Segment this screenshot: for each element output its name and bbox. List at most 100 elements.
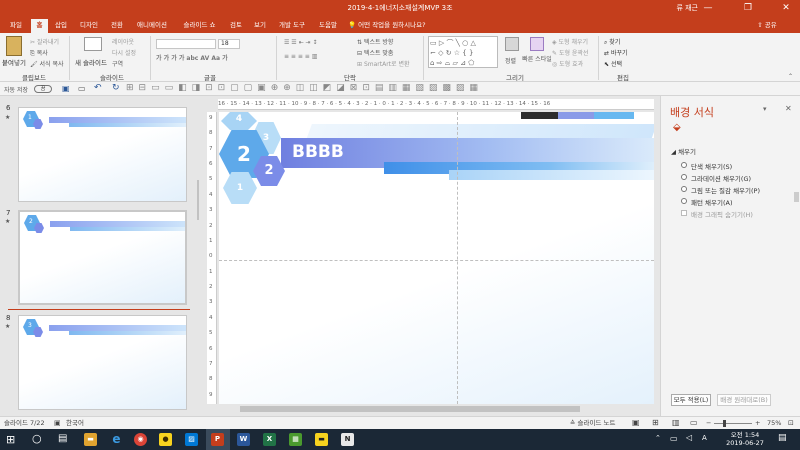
edge-browser-icon[interactable]: e (110, 433, 123, 446)
task-view-icon[interactable]: ▤ (58, 433, 67, 444)
solid-fill-option[interactable]: 단색 채우기(S) (681, 161, 732, 171)
hex-top[interactable]: 4 (221, 112, 257, 130)
tab-design[interactable]: 디자인 (76, 19, 102, 33)
spell-check-icon[interactable]: ▣ (54, 417, 61, 429)
start-presentation-icon[interactable]: ▭ (78, 84, 86, 93)
clock[interactable]: 오전 1:54 2019-06-27 (722, 431, 768, 447)
pattern-fill-option[interactable]: 패턴 채우기(A) (681, 197, 733, 207)
shape-effects-button[interactable]: ◎ 도형 효과 (552, 59, 583, 68)
slide-thumbnail-6[interactable]: 1 AAAA (18, 107, 187, 202)
tab-insert[interactable]: 삽입 (51, 19, 71, 33)
word-icon[interactable]: W (237, 433, 250, 446)
fill-section-header[interactable]: ◢ 채우기 (671, 146, 696, 156)
font-format-buttons[interactable]: 가 가 가 가 abc AV Aa 가 (156, 53, 228, 62)
paste-button[interactable]: 붙여넣기 (2, 57, 26, 67)
shape-fill-button[interactable]: ◈ 도형 채우기 (552, 37, 588, 46)
kakaotalk-icon[interactable]: ● (159, 433, 172, 446)
save-icon[interactable]: ▣ (62, 84, 70, 93)
slide-canvas[interactable]: 4 3 2 2 1 BBBB (219, 112, 654, 404)
tell-me-search[interactable]: 💡 어떤 작업을 원하시나요? (348, 19, 448, 33)
select-button[interactable]: ⬉ 선택 (604, 59, 622, 68)
close-button[interactable]: ✕ (774, 0, 798, 17)
language-icon[interactable]: A (702, 434, 707, 442)
user-name[interactable]: 류 재근 (676, 3, 698, 13)
text-direction-button[interactable]: ⇅ 텍스트 방향 (357, 37, 393, 46)
radio-button[interactable] (681, 174, 687, 180)
powerpoint-icon[interactable]: P (211, 433, 224, 446)
zoom-slider-thumb[interactable] (723, 420, 726, 427)
tab-animations[interactable]: 애니메이션 (131, 19, 173, 33)
font-name-combo[interactable] (156, 39, 216, 49)
radio-button[interactable] (681, 186, 687, 192)
align-text-button[interactable]: ⊟ 텍스트 맞춤 (357, 48, 393, 57)
pane-options-icon[interactable]: ▾ (763, 105, 767, 113)
apply-to-all-button[interactable]: 모두 적용(L) (671, 394, 711, 406)
tab-view[interactable]: 보기 (250, 19, 270, 33)
format-painter-button[interactable]: 🖌 서식 복사 (30, 59, 64, 68)
autosave-toggle[interactable]: 끔 (34, 85, 52, 93)
redo-icon[interactable]: ↻ (112, 83, 120, 93)
volume-icon[interactable]: ◁ (686, 433, 692, 442)
qat-more-tools[interactable]: ⊞⊟▭▭◧◨⊡⊡▢▢▣⊕⊕◫◫◩◪⊠⊡▤▥▦▧▨▩▨▦ (126, 83, 483, 93)
network-icon[interactable]: ▭ (670, 434, 678, 443)
tab-file[interactable]: 파일 (6, 19, 26, 33)
photos-icon[interactable]: ▦ (289, 433, 302, 446)
picture-fill-option[interactable]: 그림 또는 질감 채우기(P) (681, 185, 760, 195)
zoom-slider[interactable] (714, 423, 752, 424)
arrange-button[interactable]: 정렬 (505, 56, 516, 65)
radio-button[interactable] (681, 198, 687, 204)
notifications-icon[interactable]: ▤ (778, 433, 787, 443)
tab-review[interactable]: 검토 (226, 19, 246, 33)
restore-button[interactable]: ❐ (736, 0, 760, 17)
pane-scrollbar[interactable] (794, 192, 799, 202)
quick-styles-button[interactable]: 빠른 스타일 (522, 56, 552, 63)
horizontal-guide[interactable] (219, 260, 654, 261)
layout-button[interactable]: 레이아웃 (112, 37, 134, 46)
system-tray-arrow-icon[interactable]: ⌃ (655, 434, 661, 442)
normal-view-icon[interactable]: ▣ (632, 417, 640, 429)
smartart-button[interactable]: ⊞ SmartArt로 변환 (357, 59, 409, 68)
tab-help[interactable]: 도움말 (314, 19, 342, 33)
checkbox[interactable] (681, 210, 687, 216)
excel-icon[interactable]: X (263, 433, 276, 446)
sticky-notes-icon[interactable]: ▬ (315, 433, 328, 446)
shape-outline-button[interactable]: ✎ 도형 윤곽선 (552, 48, 588, 57)
cut-button[interactable]: ✂ 잘라내기 (30, 37, 59, 46)
radio-button[interactable] (681, 162, 687, 168)
new-slide-button[interactable]: 새 슬라이드 (75, 57, 107, 67)
notion-icon[interactable]: N (341, 433, 354, 446)
slide-thumbnail-7[interactable]: 2 BBBB (18, 210, 187, 305)
vertical-guide[interactable] (457, 112, 458, 404)
tab-home[interactable]: 홈 (31, 19, 48, 33)
tab-developer[interactable]: 개발 도구 (274, 19, 310, 33)
slide-thumbnail-8[interactable]: 3 CCCC (18, 315, 187, 410)
zoom-in-button[interactable]: + (755, 417, 760, 429)
notes-button[interactable]: ≙ 슬라이드 노트 (570, 417, 615, 429)
shapes-gallery[interactable]: ▭ ▷ ⌒ ╲ ○ △ ⌐ ◇ ↻ ☆ { } ⌂ ⇨ ⌓ ▱ ⊿ ⬠ (428, 36, 498, 68)
minimize-button[interactable]: — (696, 0, 720, 17)
slideshow-view-icon[interactable]: ▭ (690, 417, 698, 429)
search-icon[interactable]: ○ (32, 432, 42, 445)
horizontal-scrollbar[interactable] (220, 404, 654, 414)
tab-slideshow[interactable]: 슬라이드 쇼 (177, 19, 222, 33)
windows-start-icon[interactable]: ⊞ (6, 433, 15, 446)
zoom-out-button[interactable]: − (706, 417, 711, 429)
hide-background-checkbox[interactable]: 배경 그래픽 숨기기(H) (681, 209, 753, 219)
zoom-level[interactable]: 75% (767, 417, 781, 429)
font-size-combo[interactable]: 18 (218, 39, 240, 49)
copy-button[interactable]: ⎘ 복사 (30, 48, 48, 58)
align-buttons[interactable]: ≡ ≡ ≡ ≡ ▥ (284, 53, 317, 60)
find-button[interactable]: ⌕ 찾기 (604, 37, 620, 47)
replace-button[interactable]: ⇄ 바꾸기 (604, 48, 628, 57)
section-button[interactable]: 구역 (112, 59, 123, 68)
tab-transitions[interactable]: 전환 (107, 19, 127, 33)
gradient-fill-option[interactable]: 그라데이션 채우기(G) (681, 173, 751, 183)
language-indicator[interactable]: 한국어 (66, 417, 84, 429)
share-button[interactable]: ⇧ 공유 (752, 19, 782, 33)
reading-view-icon[interactable]: ▥ (672, 417, 680, 429)
file-explorer-icon[interactable]: ▬ (84, 433, 97, 446)
paint-icon[interactable]: ▨ (185, 433, 198, 446)
undo-icon[interactable]: ↶ (94, 83, 102, 93)
pane-close-icon[interactable]: ✕ (785, 104, 792, 113)
fill-bucket-icon[interactable]: ⬙ (673, 122, 681, 133)
